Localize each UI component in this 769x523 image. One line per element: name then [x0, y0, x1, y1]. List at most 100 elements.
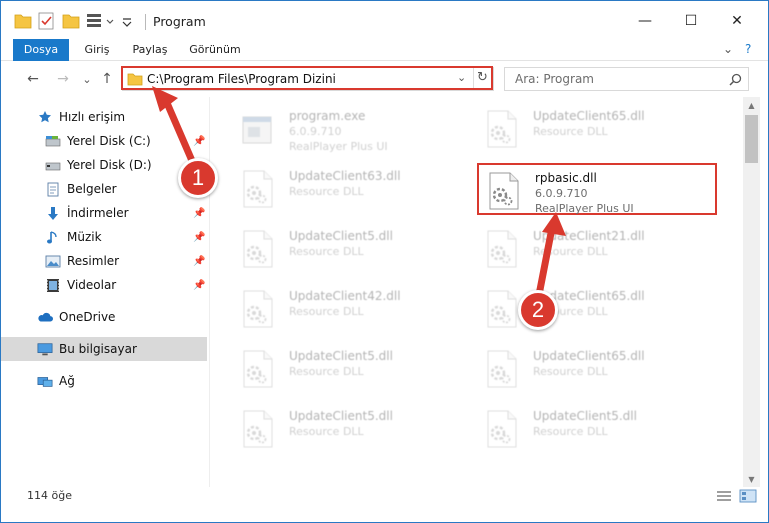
file-name: rpbasic.dll: [535, 171, 597, 185]
tiles-view-icon[interactable]: [739, 489, 757, 503]
file-description: RealPlayer Plus UI: [535, 202, 634, 215]
video-icon: [45, 277, 61, 293]
scroll-thumb[interactable]: [745, 115, 758, 163]
tab-home[interactable]: Giriş: [75, 39, 119, 61]
dll-file-icon: [243, 350, 273, 388]
sidebar-item-network[interactable]: Ağ: [1, 369, 207, 393]
back-button[interactable]: ←: [23, 68, 43, 90]
title-separator: [145, 14, 146, 30]
file-description: Resource DLL: [289, 365, 364, 378]
file-name: UpdateClient21.dll: [533, 229, 645, 243]
file-item[interactable]: rpbasic.dll 6.0.9.710 RealPlayer Plus UI: [477, 163, 717, 215]
navigation-pane: Hızlı erişim Yerel Disk (C:) 📌 Yerel Dis…: [1, 97, 211, 487]
file-description: Resource DLL: [289, 245, 364, 258]
tab-file[interactable]: Dosya: [13, 39, 69, 61]
file-list: program.exe 6.0.9.710 RealPlayer Plus UI Up…: [211, 97, 743, 487]
ribbon-expand-icon[interactable]: ⌄: [723, 42, 733, 56]
up-button[interactable]: ↑: [97, 68, 117, 90]
star-icon: [37, 109, 53, 125]
file-name: UpdateClient65.dll: [533, 109, 645, 123]
file-item[interactable]: UpdateClient5.dll Resource DLL: [477, 403, 717, 455]
file-name: UpdateClient5.dll: [289, 409, 393, 423]
sidebar-item-onedrive[interactable]: OneDrive: [1, 305, 207, 329]
scroll-up-icon[interactable]: ▲: [743, 97, 760, 113]
file-description: RealPlayer Plus UI: [289, 140, 388, 153]
sidebar-item-this-pc[interactable]: Bu bilgisayar: [1, 337, 207, 361]
file-name: UpdateClient5.dll: [289, 349, 393, 363]
pin-icon: 📌: [193, 207, 206, 219]
vertical-scrollbar[interactable]: ▲ ▼: [743, 97, 760, 487]
sidebar-item-documents[interactable]: Belgeler 📌: [1, 177, 207, 201]
refresh-icon[interactable]: ↻: [477, 70, 488, 85]
minimize-button[interactable]: —: [622, 5, 668, 37]
file-item[interactable]: program.exe 6.0.9.710 RealPlayer Plus UI: [233, 103, 473, 155]
file-item[interactable]: UpdateClient21.dll Resource DLL: [477, 223, 717, 275]
sidebar-item-label: Yerel Disk (D:): [67, 158, 152, 172]
music-icon: [45, 229, 61, 245]
file-name: UpdateClient42.dll: [289, 289, 401, 303]
file-description: Resource DLL: [533, 245, 608, 258]
document-icon: [45, 181, 61, 197]
scroll-down-icon[interactable]: ▼: [743, 471, 760, 487]
sidebar-item-label: Hızlı erişim: [59, 110, 126, 124]
sidebar-item-music[interactable]: Müzik 📌: [1, 225, 207, 249]
forward-button[interactable]: →: [53, 68, 73, 90]
close-button[interactable]: ✕: [714, 5, 760, 37]
computer-icon: [37, 341, 53, 357]
sidebar-item-local-disk-d[interactable]: Yerel Disk (D:): [1, 153, 207, 177]
dll-file-icon: [487, 350, 517, 388]
address-path: C:\Program Files\Program Dizini: [147, 72, 336, 86]
window-title: Program: [153, 14, 206, 29]
sidebar-item-label: Müzik: [67, 230, 102, 244]
dll-file-icon: [489, 172, 519, 210]
sidebar-item-label: Videolar: [67, 278, 117, 292]
cloud-icon: [37, 309, 53, 325]
file-item[interactable]: UpdateClient5.dll Resource DLL: [233, 223, 473, 275]
pin-icon: 📌: [193, 279, 206, 291]
sidebar-item-quick-access[interactable]: Hızlı erişim: [1, 105, 207, 129]
file-item[interactable]: UpdateClient63.dll Resource DLL: [233, 163, 473, 215]
sidebar-item-label: Belgeler: [67, 182, 117, 196]
address-bar[interactable]: C:\Program Files\Program Dizini ⌄ ↻: [122, 67, 494, 91]
tab-view[interactable]: Görünüm: [183, 39, 247, 61]
dll-file-icon: [487, 110, 517, 148]
file-item[interactable]: UpdateClient65.dll Resource DLL: [477, 343, 717, 395]
quick-access-icons: [14, 12, 132, 30]
explorer-window: Program — ☐ ✕ Dosya Giriş Paylaş Görünüm…: [0, 0, 769, 523]
file-name: UpdateClient65.dll: [533, 289, 645, 303]
item-count: 114 öğe: [27, 489, 72, 502]
search-box[interactable]: Ara: Program: [504, 67, 749, 91]
address-divider: [473, 68, 474, 90]
sidebar-item-label: Bu bilgisayar: [59, 342, 137, 356]
folder-icon: [127, 73, 143, 86]
address-dropdown-icon[interactable]: ⌄: [457, 71, 466, 84]
sidebar-item-label: Ağ: [59, 374, 75, 388]
file-item[interactable]: UpdateClient5.dll Resource DLL: [233, 403, 473, 455]
file-name: UpdateClient63.dll: [289, 169, 401, 183]
pin-icon: 📌: [193, 231, 206, 243]
maximize-button[interactable]: ☐: [668, 5, 714, 37]
sidebar-item-videos[interactable]: Videolar 📌: [1, 273, 207, 297]
file-description: Resource DLL: [289, 425, 364, 438]
file-name: UpdateClient65.dll: [533, 349, 645, 363]
dll-file-icon: [487, 290, 517, 328]
download-icon: [45, 205, 61, 221]
file-item[interactable]: UpdateClient65.dll Resource DLL: [477, 283, 717, 335]
sidebar-item-local-disk-c[interactable]: Yerel Disk (C:) 📌: [1, 129, 207, 153]
exe-file-icon: [242, 116, 272, 144]
sidebar-item-downloads[interactable]: İndirmeler 📌: [1, 201, 207, 225]
file-item[interactable]: UpdateClient5.dll Resource DLL: [233, 343, 473, 395]
search-icon[interactable]: [729, 73, 742, 86]
tab-share[interactable]: Paylaş: [125, 39, 175, 61]
details-view-icon[interactable]: [715, 489, 733, 503]
sidebar-item-pictures[interactable]: Resimler 📌: [1, 249, 207, 273]
file-description: Resource DLL: [533, 125, 608, 138]
help-icon[interactable]: ?: [745, 42, 751, 56]
pin-icon: 📌: [193, 255, 206, 267]
file-item[interactable]: UpdateClient65.dll Resource DLL: [477, 103, 717, 155]
file-description: Resource DLL: [533, 305, 608, 318]
recent-locations-button[interactable]: ⌄: [77, 68, 97, 90]
dll-file-icon: [243, 290, 273, 328]
file-item[interactable]: UpdateClient42.dll Resource DLL: [233, 283, 473, 335]
search-input[interactable]: Ara: Program: [515, 72, 594, 86]
